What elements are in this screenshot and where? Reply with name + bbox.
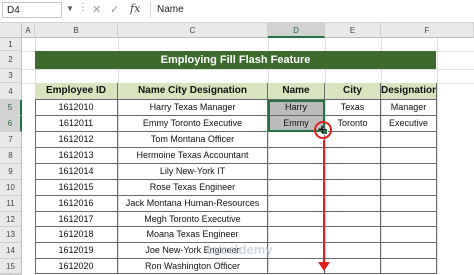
table-header-employee-id[interactable]: Employee ID <box>35 83 118 100</box>
row-header[interactable]: 2 <box>0 51 22 69</box>
select-all-corner[interactable] <box>0 23 22 38</box>
employee-id-cell[interactable]: 1612019 <box>35 243 118 259</box>
name-city-designation-cell[interactable]: Megh Toronto Executive <box>118 212 268 227</box>
city-cell[interactable] <box>325 148 381 164</box>
designation-cell[interactable] <box>381 148 437 164</box>
row-header[interactable]: 7 <box>0 132 22 148</box>
column-header-e[interactable]: E <box>325 23 381 38</box>
table-header-city[interactable]: City <box>325 83 381 100</box>
name-city-designation-cell[interactable]: Tom Montana Officer <box>118 132 268 148</box>
designation-cell[interactable] <box>381 196 437 212</box>
row-header[interactable]: 9 <box>0 164 22 180</box>
column-header-c[interactable]: C <box>118 23 268 38</box>
cancel-icon[interactable]: ✕ <box>92 3 101 16</box>
employee-id-cell[interactable]: 1612010 <box>35 100 118 116</box>
city-cell[interactable] <box>325 259 381 274</box>
city-cell[interactable] <box>325 164 381 180</box>
row-header[interactable]: 13 <box>0 227 22 243</box>
employee-id-cell[interactable]: 1612013 <box>35 148 118 164</box>
city-cell[interactable] <box>325 196 381 212</box>
name-cell[interactable] <box>268 164 325 180</box>
name-city-designation-cell[interactable]: Jack Montana Human-Resources <box>118 196 268 212</box>
employee-id-cell[interactable]: 1612020 <box>35 259 118 274</box>
formula-input[interactable]: Name <box>150 2 474 18</box>
column-header-a[interactable]: A <box>22 23 35 38</box>
column-header-b[interactable]: B <box>35 23 118 38</box>
table-header-name-city-designation[interactable]: Name City Designation <box>118 83 268 100</box>
row-header[interactable]: 4 <box>0 83 22 100</box>
employee-id-cell[interactable]: 1612011 <box>35 116 118 132</box>
name-cell[interactable] <box>268 212 325 227</box>
name-city-designation-cell[interactable]: Moana Texas Engineer <box>118 227 268 243</box>
designation-cell[interactable] <box>381 259 437 274</box>
row-header[interactable]: 15 <box>0 259 22 274</box>
city-cell[interactable]: Toronto <box>325 116 381 132</box>
name-cell[interactable]: Harry <box>268 100 325 116</box>
row-header[interactable]: 5 <box>0 100 22 116</box>
designation-cell[interactable] <box>381 243 437 259</box>
drag-arrow-line <box>323 140 325 264</box>
name-city-designation-cell[interactable]: Lily New-York IT <box>118 164 268 180</box>
column-header-f[interactable]: F <box>381 23 474 38</box>
designation-cell[interactable] <box>381 164 437 180</box>
designation-cell[interactable] <box>381 132 437 148</box>
name-city-designation-cell[interactable]: Harry Texas Manager <box>118 100 268 116</box>
designation-cell[interactable]: Manager <box>381 100 437 116</box>
drag-arrow-head-icon <box>318 262 330 271</box>
row-header[interactable]: 1 <box>0 38 22 51</box>
more-options-icon: ⋮ <box>78 2 88 13</box>
row-header[interactable]: 14 <box>0 243 22 259</box>
employee-id-cell[interactable]: 1612018 <box>35 227 118 243</box>
employee-id-cell[interactable]: 1612014 <box>35 164 118 180</box>
employee-id-cell[interactable]: 1612017 <box>35 212 118 227</box>
formula-bar: D4 ▼ ⋮ ✕ ✓ fx Name <box>0 0 474 23</box>
watermark-logo: exceldemy <box>206 242 273 257</box>
name-cell[interactable] <box>268 243 325 259</box>
employee-id-cell[interactable]: 1612015 <box>35 180 118 196</box>
city-cell[interactable]: Texas <box>325 100 381 116</box>
employee-id-cell[interactable]: 1612016 <box>35 196 118 212</box>
name-box-dropdown-icon[interactable]: ▼ <box>66 4 74 13</box>
column-header-d[interactable]: D <box>268 23 325 38</box>
designation-cell[interactable] <box>381 180 437 196</box>
city-cell[interactable] <box>325 227 381 243</box>
name-cell[interactable] <box>268 227 325 243</box>
row-header[interactable]: 3 <box>0 69 22 83</box>
city-cell[interactable] <box>325 180 381 196</box>
employee-id-cell[interactable]: 1612012 <box>35 132 118 148</box>
name-cell[interactable] <box>268 196 325 212</box>
crosshair-cursor-icon: + <box>318 121 327 137</box>
city-cell[interactable] <box>325 132 381 148</box>
row-header[interactable]: 10 <box>0 180 22 196</box>
grid-line <box>22 69 474 70</box>
row-header[interactable]: 11 <box>0 196 22 212</box>
name-cell[interactable] <box>268 148 325 164</box>
city-cell[interactable] <box>325 212 381 227</box>
name-cell[interactable] <box>268 180 325 196</box>
table-header-name[interactable]: Name <box>268 83 325 100</box>
row-header[interactable]: 6 <box>0 116 22 132</box>
name-city-designation-cell[interactable]: Rose Texas Engineer <box>118 180 268 196</box>
name-city-designation-cell[interactable]: Hermoine Texas Accountant <box>118 148 268 164</box>
designation-cell[interactable]: Executive <box>381 116 437 132</box>
insert-function-icon[interactable]: fx <box>130 2 140 15</box>
name-city-designation-cell[interactable]: Emmy Toronto Executive <box>118 116 268 132</box>
name-city-designation-cell[interactable]: Ron Washington Officer <box>118 259 268 274</box>
row-header[interactable]: 12 <box>0 212 22 227</box>
name-box[interactable]: D4 <box>2 2 62 18</box>
designation-cell[interactable] <box>381 212 437 227</box>
row-header[interactable]: 8 <box>0 148 22 164</box>
designation-cell[interactable] <box>381 227 437 243</box>
table-header-designation[interactable]: Designation <box>381 83 437 100</box>
city-cell[interactable] <box>325 243 381 259</box>
sheet-title: Employing Fill Flash Feature <box>35 51 436 69</box>
name-cell[interactable] <box>268 259 325 274</box>
grid-line <box>437 38 438 275</box>
enter-icon[interactable]: ✓ <box>110 3 119 16</box>
